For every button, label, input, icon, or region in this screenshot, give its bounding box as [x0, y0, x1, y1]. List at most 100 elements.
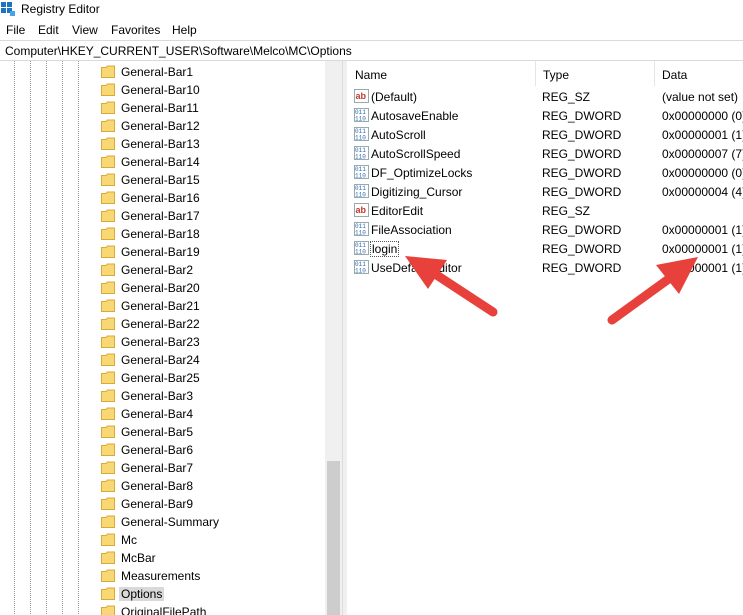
address-path[interactable]: Computer\HKEY_CURRENT_USER\Software\Melc…: [5, 44, 352, 58]
binary-value-icon: 011110: [354, 108, 369, 122]
column-header-name[interactable]: Name: [347, 61, 536, 86]
value-row[interactable]: ab EditorEdit REG_SZ: [347, 201, 743, 220]
svg-text:110: 110: [355, 268, 366, 275]
value-row[interactable]: 011 110 AutoScroll REG_DWORD 0x00000001 (1): [347, 125, 743, 144]
folder-icon: [101, 155, 115, 168]
tree-item-label: General-Bar11: [121, 101, 199, 115]
address-bar[interactable]: Computer\HKEY_CURRENT_USER\Software\Melc…: [0, 40, 743, 61]
folder-icon: [101, 497, 115, 510]
tree-item-label: OriginalFilePath: [121, 605, 207, 615]
binary-value-icon: 011110: [354, 165, 369, 179]
svg-text:110: 110: [355, 135, 366, 142]
registry-editor-icon: [1, 2, 15, 16]
tree-guide-line: [14, 61, 15, 615]
folder-icon: [101, 191, 115, 204]
tree-item-label: General-Bar2: [121, 263, 194, 277]
tree-item-label: General-Bar16: [121, 191, 200, 205]
tree-item-label: General-Bar1: [121, 65, 194, 79]
value-name: AutoScroll: [371, 128, 426, 142]
column-header-type-label: Type: [543, 68, 570, 82]
binary-value-icon: 011110: [354, 127, 369, 141]
column-header-type[interactable]: Type: [535, 61, 655, 86]
column-header-name-label: Name: [355, 68, 388, 82]
value-data: 0x00000001 (1): [662, 128, 743, 142]
value-type: REG_DWORD: [542, 223, 622, 237]
folder-icon: [101, 209, 115, 222]
value-row[interactable]: 011 110 Digitizing_Cursor REG_DWORD 0x000000…: [347, 182, 743, 201]
folder-icon: [101, 353, 115, 366]
folder-icon: [101, 389, 115, 402]
value-row[interactable]: 011 110 UseDefaultEditor REG_DWORD 0x0000000…: [347, 258, 743, 277]
folder-icon: [101, 263, 115, 276]
menu-help[interactable]: Help: [172, 23, 197, 37]
value-type: REG_DWORD: [542, 128, 622, 142]
value-row[interactable]: 011 110 AutosaveEnable REG_DWORD 0x00000000 …: [347, 106, 743, 125]
value-type: REG_DWORD: [542, 185, 622, 199]
menu-view[interactable]: View: [72, 23, 98, 37]
svg-text:110: 110: [355, 249, 366, 256]
folder-icon: [101, 461, 115, 474]
tree-item-label: General-Bar22: [121, 317, 200, 331]
tree-item-label: General-Bar23: [121, 335, 200, 349]
folder-icon: [101, 569, 115, 582]
binary-value-icon: 011110: [354, 222, 369, 236]
svg-text:110: 110: [355, 173, 366, 180]
string-value-icon: ab: [354, 203, 369, 217]
tree-item-label: General-Bar25: [121, 371, 200, 385]
tree-guide-line: [78, 61, 79, 615]
menu-file[interactable]: File: [6, 23, 25, 37]
svg-text:110: 110: [355, 154, 366, 161]
tree-item-label: General-Bar18: [121, 227, 200, 241]
tree-item-label: Mc: [121, 533, 137, 547]
folder-icon: [101, 227, 115, 240]
value-row[interactable]: ab (Default) REG_SZ (value not set): [347, 87, 743, 106]
value-name: login: [369, 241, 400, 257]
tree-item-label: General-Bar4: [121, 407, 194, 421]
value-row[interactable]: 011 110 FileAssociation REG_DWORD 0x00000001…: [347, 220, 743, 239]
values-list: Name Type Data ab (Default) REG_SZ (value n…: [347, 61, 743, 615]
tree-item-label: General-Bar17: [121, 209, 200, 223]
tree-item-label: General-Bar20: [121, 281, 200, 295]
value-data: 0x00000001 (1): [662, 223, 743, 237]
tree-scrollbar[interactable]: [325, 61, 342, 615]
tree-item-label: General-Bar5: [121, 425, 194, 439]
value-row[interactable]: 011 110 AutoScrollSpeed REG_DWORD 0x00000007…: [347, 144, 743, 163]
menu-favorites[interactable]: Favorites: [111, 23, 160, 37]
value-data: 0x00000001 (1): [662, 242, 743, 256]
value-type: REG_SZ: [542, 90, 591, 104]
value-type: REG_DWORD: [542, 166, 622, 180]
value-name: AutosaveEnable: [371, 109, 459, 123]
column-header-data[interactable]: Data: [654, 61, 743, 86]
window-title: Registry Editor: [21, 2, 100, 16]
value-row[interactable]: 011 110 login REG_DWORD 0x00000001 (1): [347, 239, 743, 258]
column-header-data-label: Data: [662, 68, 688, 82]
tree-item-label: General-Bar12: [121, 119, 200, 133]
title-bar: Registry Editor: [0, 0, 743, 19]
menu-edit[interactable]: Edit: [38, 23, 59, 37]
tree-item-label: General-Bar21: [121, 299, 200, 313]
tree-item-label: General-Bar8: [121, 479, 194, 493]
tree-item-label: General-Bar6: [121, 443, 194, 457]
folder-icon: [101, 83, 115, 96]
string-value-icon: ab: [354, 89, 369, 103]
value-name: Digitizing_Cursor: [371, 185, 463, 199]
value-type: REG_DWORD: [542, 109, 622, 123]
tree-scrollbar-thumb[interactable]: [327, 461, 340, 615]
value-data: 0x00000004 (4): [662, 185, 743, 199]
tree-guide-line: [30, 61, 31, 615]
tree-item-label: General-Bar14: [121, 155, 200, 169]
binary-value-icon: 011110: [354, 260, 369, 274]
folder-icon: [101, 245, 115, 258]
folder-icon: [101, 119, 115, 132]
folder-icon: [101, 173, 115, 186]
value-data: 0x00000000 (0): [662, 109, 743, 123]
folder-icon: [101, 299, 115, 312]
value-row[interactable]: 011 110 DF_OptimizeLocks REG_DWORD 0x0000000…: [347, 163, 743, 182]
folder-icon: [101, 479, 115, 492]
value-name: AutoScrollSpeed: [371, 147, 461, 161]
folder-icon: [101, 335, 115, 348]
tree-item-label: General-Bar13: [121, 137, 200, 151]
tree-item-label: General-Bar19: [121, 245, 200, 259]
key-tree: General-Bar1 General-Bar10 General-Bar11 Ge…: [0, 61, 342, 615]
folder-icon: [101, 533, 115, 546]
